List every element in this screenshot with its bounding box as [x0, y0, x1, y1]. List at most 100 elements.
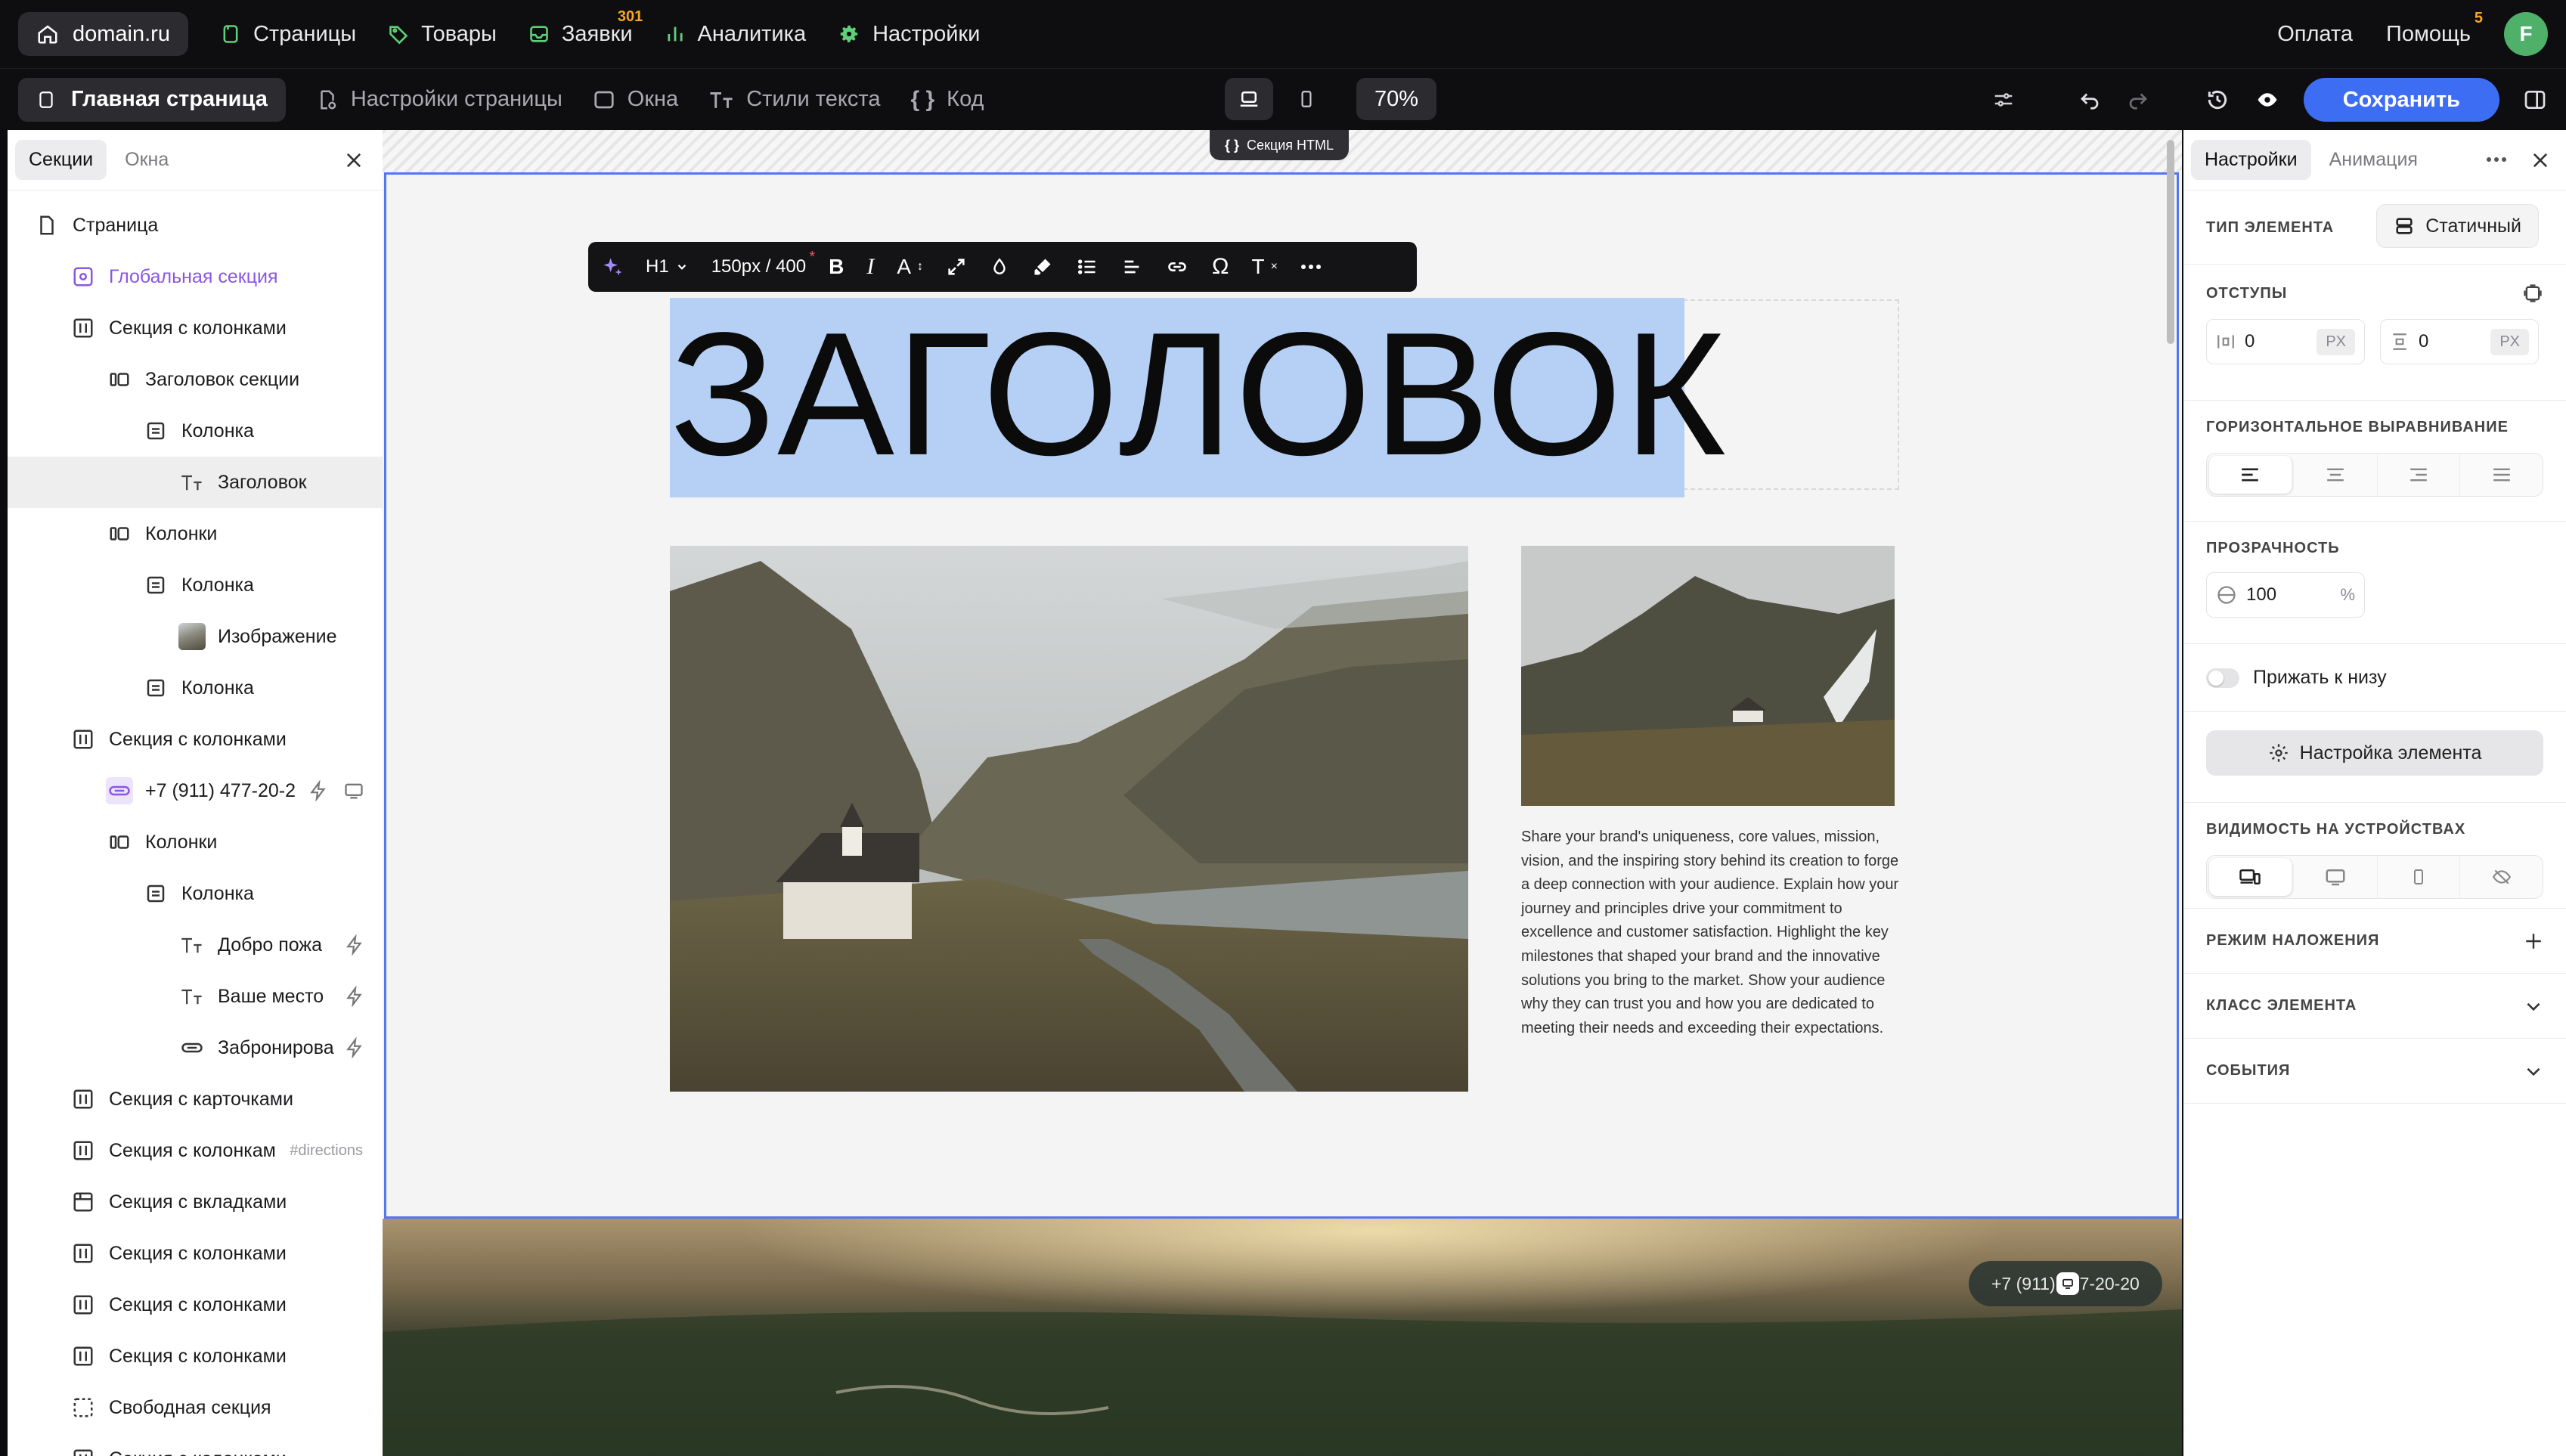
bolt-icon[interactable]: [345, 934, 364, 956]
nav-requests[interactable]: Заявки 301: [528, 8, 643, 47]
layer-row[interactable]: Секция с колонками: [8, 714, 383, 765]
panel-toggle-icon[interactable]: [2522, 88, 2548, 112]
highlighter-icon[interactable]: [1032, 256, 1053, 277]
desktop-icon[interactable]: [343, 782, 364, 800]
visibility-desktop-button[interactable]: [2295, 856, 2378, 898]
text-size-button[interactable]: A ↕: [897, 255, 923, 279]
save-button[interactable]: Сохранить: [2303, 78, 2499, 122]
code-button[interactable]: { } Код: [910, 87, 984, 113]
layer-row[interactable]: Секция с колонками: [8, 1228, 383, 1279]
layer-row[interactable]: Свободная секция: [8, 1382, 383, 1433]
close-icon[interactable]: [2530, 150, 2551, 171]
layer-row[interactable]: Секция с колонками: [8, 302, 383, 354]
stick-bottom-toggle[interactable]: [2206, 668, 2239, 688]
events-row[interactable]: СОБЫТИЯ: [2183, 1039, 2566, 1104]
undo-icon[interactable]: [2077, 88, 2103, 111]
nav-settings[interactable]: Настройки: [838, 22, 980, 47]
landscape-image-waterfall[interactable]: [1521, 546, 1895, 806]
domain-button[interactable]: domain.ru: [18, 12, 188, 56]
help-link[interactable]: Помощь 5: [2386, 10, 2483, 47]
align-center-button[interactable]: [2295, 454, 2378, 496]
layer-row[interactable]: Глобальная секция: [8, 251, 383, 302]
align-right-button[interactable]: [2378, 454, 2461, 496]
landscape-image-church[interactable]: [670, 546, 1468, 1092]
canvas-scrollbar[interactable]: [2167, 140, 2174, 344]
layer-row[interactable]: Изображение: [8, 611, 383, 662]
font-size-weight[interactable]: 150px / 400 *: [711, 249, 815, 277]
element-settings-button[interactable]: Настройка элемента: [2206, 730, 2543, 776]
text-styles-button[interactable]: Стили текста: [708, 87, 880, 112]
heading-level-select[interactable]: H1: [646, 256, 689, 277]
ai-sparkle-icon[interactable]: [602, 256, 623, 277]
layer-row[interactable]: Колонка: [8, 405, 383, 457]
more-dots-icon[interactable]: [2486, 156, 2507, 163]
history-icon[interactable]: [2204, 88, 2231, 112]
layer-row[interactable]: Страница: [8, 200, 383, 251]
padding-left-field[interactable]: 0 PX: [2206, 319, 2365, 364]
align-left-button[interactable]: [2209, 456, 2292, 494]
list-icon[interactable]: [1076, 256, 1099, 277]
payment-link[interactable]: Оплата: [2277, 22, 2353, 47]
phone-button[interactable]: +7 (911) 477-20-20: [1969, 1261, 2162, 1306]
layer-row[interactable]: Колонка: [8, 868, 383, 919]
desktop-view-button[interactable]: [1225, 78, 1273, 120]
layer-row[interactable]: Секция с колонками: [8, 1433, 383, 1456]
tab-settings[interactable]: Настройки: [2191, 140, 2311, 180]
avatar[interactable]: F: [2504, 12, 2548, 56]
italic-button[interactable]: I: [866, 254, 874, 280]
mobile-view-button[interactable]: [1282, 78, 1331, 120]
padding-link-icon[interactable]: [2522, 283, 2543, 304]
layer-row[interactable]: Колонки: [8, 816, 383, 868]
layer-row[interactable]: Ваше место: [8, 971, 383, 1022]
layer-row[interactable]: Добро пожа: [8, 919, 383, 971]
resize-icon[interactable]: [946, 256, 967, 277]
clear-format-button[interactable]: T ×: [1251, 255, 1277, 279]
visibility-hidden-button[interactable]: [2460, 856, 2543, 898]
more-dots-icon[interactable]: [1300, 263, 1322, 271]
layer-row[interactable]: Колонки: [8, 508, 383, 559]
padding-top-field[interactable]: 0 PX: [2380, 319, 2539, 364]
layer-row[interactable]: Секция с карточками: [8, 1073, 383, 1125]
element-class-row[interactable]: КЛАСС ЭЛЕМЕНТА: [2183, 974, 2566, 1039]
layer-row[interactable]: Заголовок: [8, 457, 383, 508]
layer-row[interactable]: Секция с колонкам #directions: [8, 1125, 383, 1176]
element-type-button[interactable]: Статичный: [2376, 204, 2539, 248]
nav-pages[interactable]: Страницы: [220, 22, 356, 47]
blend-mode-row[interactable]: РЕЖИМ НАЛОЖЕНИЯ: [2183, 909, 2566, 974]
tab-windows[interactable]: Окна: [111, 140, 182, 180]
bold-button[interactable]: B: [829, 255, 844, 279]
redo-icon[interactable]: [2125, 88, 2151, 111]
page-selector-button[interactable]: Главная страница: [18, 77, 286, 122]
close-icon[interactable]: [343, 150, 364, 171]
bolt-icon[interactable]: [308, 780, 328, 801]
layer-row[interactable]: Колонка: [8, 662, 383, 714]
zoom-level[interactable]: 70%: [1356, 78, 1437, 120]
layer-row[interactable]: Секция с колонками: [8, 1279, 383, 1331]
layer-row[interactable]: +7 (911) 477-20-2: [8, 765, 383, 816]
opacity-field[interactable]: 100 %: [2206, 572, 2365, 618]
special-char-button[interactable]: Ω: [1212, 254, 1229, 280]
html-section-tag[interactable]: { } Секция HTML: [1210, 130, 1350, 160]
sliders-icon[interactable]: [1991, 88, 2016, 111]
heading-text[interactable]: ЗАГОЛОВОК: [670, 295, 1728, 494]
nav-analytics[interactable]: Аналитика: [665, 22, 806, 47]
hero-section-sunset[interactable]: [383, 1219, 2182, 1456]
color-drop-icon[interactable]: [990, 256, 1009, 277]
bolt-icon[interactable]: [345, 1037, 364, 1058]
brand-paragraph[interactable]: Share your brand's uniqueness, core valu…: [1521, 826, 1899, 1040]
tab-animation[interactable]: Анимация: [2316, 140, 2431, 180]
nav-products[interactable]: Товары: [388, 22, 497, 47]
layer-row[interactable]: Секция с колонками: [8, 1331, 383, 1382]
layer-row[interactable]: Секция с вкладками: [8, 1176, 383, 1228]
bolt-icon[interactable]: [345, 986, 364, 1007]
align-justify-button[interactable]: [2460, 454, 2543, 496]
tab-sections[interactable]: Секции: [15, 140, 107, 180]
layer-row[interactable]: Заголовок секции: [8, 354, 383, 405]
align-left-icon[interactable]: [1121, 256, 1142, 277]
layer-row[interactable]: Забронирова: [8, 1022, 383, 1073]
link-icon[interactable]: [1165, 256, 1189, 277]
visibility-all-button[interactable]: [2209, 858, 2292, 896]
preview-eye-icon[interactable]: [2254, 88, 2281, 111]
windows-button[interactable]: Окна: [593, 87, 678, 112]
layer-row[interactable]: Колонка: [8, 559, 383, 611]
